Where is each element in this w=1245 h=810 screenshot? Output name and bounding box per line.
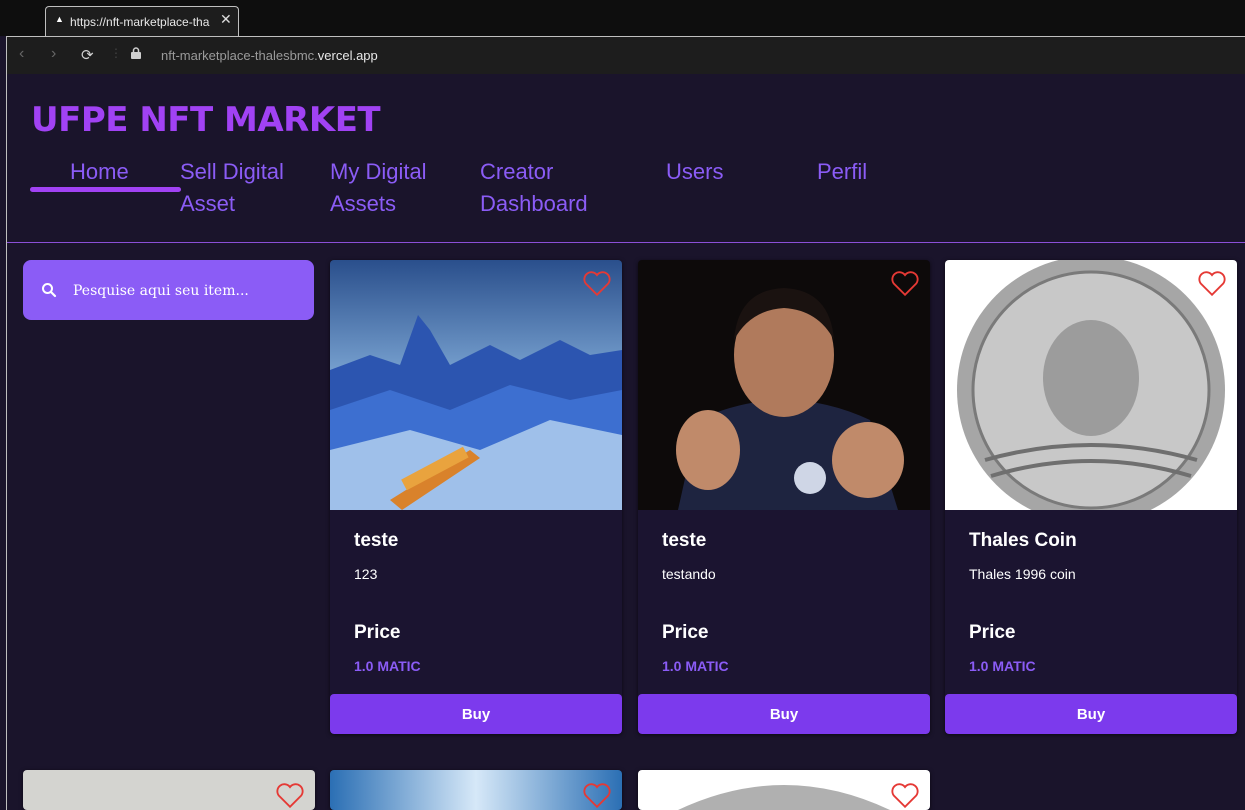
active-nav-indicator	[30, 187, 181, 192]
nft-card	[638, 770, 930, 810]
nav-perfil[interactable]: Perfil	[817, 156, 867, 188]
vercel-favicon-icon: ▲	[55, 14, 64, 24]
brand-title: UFPE NFT MARKET	[31, 100, 381, 140]
nft-card: teste testando Price 1.0 MATIC Buy	[638, 260, 930, 734]
nav-home[interactable]: Home	[70, 156, 129, 188]
address-bar: ‹ › ⟳ ⋮ nft-marketplace-thalesbmc.vercel…	[6, 36, 1245, 74]
close-tab-icon[interactable]: ✕	[220, 11, 232, 28]
divider: ⋮	[110, 46, 122, 60]
nft-price: 1.0 MATIC	[662, 658, 729, 674]
nav-creator-dashboard[interactable]: Creator Dashboard	[480, 156, 590, 220]
buy-button[interactable]: Buy	[638, 694, 930, 734]
nft-price: 1.0 MATIC	[354, 658, 421, 674]
heart-icon[interactable]	[1197, 270, 1227, 297]
search-input[interactable]	[71, 278, 305, 304]
nft-description: 123	[354, 566, 378, 582]
lock-icon[interactable]	[131, 47, 141, 59]
nav-users[interactable]: Users	[666, 156, 723, 188]
nft-image-mountain-train[interactable]	[330, 260, 622, 510]
nft-image[interactable]	[638, 770, 930, 810]
search-box[interactable]	[23, 260, 314, 320]
nft-card	[23, 770, 315, 810]
heart-icon[interactable]	[890, 270, 920, 297]
nft-image-person[interactable]	[638, 260, 930, 510]
nav-my-digital-assets[interactable]: My Digital Assets	[330, 156, 440, 220]
nft-price: 1.0 MATIC	[969, 658, 1036, 674]
app-root: UFPE NFT MARKET Home Sell Digital Asset …	[6, 74, 1245, 810]
heart-icon[interactable]	[275, 782, 305, 809]
header-divider	[7, 242, 1245, 243]
heart-icon[interactable]	[582, 782, 612, 809]
nft-image[interactable]	[23, 770, 315, 810]
heart-icon[interactable]	[890, 782, 920, 809]
buy-button[interactable]: Buy	[330, 694, 622, 734]
nft-description: Thales 1996 coin	[969, 566, 1076, 582]
price-label: Price	[969, 622, 1016, 643]
back-icon[interactable]: ‹	[19, 45, 24, 63]
nft-description: testando	[662, 566, 716, 582]
browser-tab[interactable]: ▲ https://nft-marketplace-tha ✕	[45, 6, 239, 36]
tab-title: https://nft-marketplace-tha	[70, 15, 210, 29]
reload-icon[interactable]: ⟳	[81, 46, 94, 64]
price-label: Price	[662, 622, 709, 643]
price-label: Price	[354, 622, 401, 643]
nft-image[interactable]	[330, 770, 622, 810]
forward-icon[interactable]: ›	[51, 45, 56, 63]
nft-card: Thales Coin Thales 1996 coin Price 1.0 M…	[945, 260, 1237, 734]
url-text[interactable]: nft-marketplace-thalesbmc.vercel.app	[161, 48, 378, 63]
nft-card: teste 123 Price 1.0 MATIC Buy	[330, 260, 622, 734]
search-icon	[42, 283, 57, 298]
nft-name: Thales Coin	[969, 530, 1077, 551]
nft-card	[330, 770, 622, 810]
buy-button[interactable]: Buy	[945, 694, 1237, 734]
nft-name: teste	[662, 530, 707, 551]
nav-sell-digital-asset[interactable]: Sell Digital Asset	[180, 156, 290, 220]
heart-icon[interactable]	[582, 270, 612, 297]
nft-name: teste	[354, 530, 399, 551]
browser-tabbar: ▲ https://nft-marketplace-tha ✕	[0, 0, 1245, 36]
nft-image-coin[interactable]	[945, 260, 1237, 510]
